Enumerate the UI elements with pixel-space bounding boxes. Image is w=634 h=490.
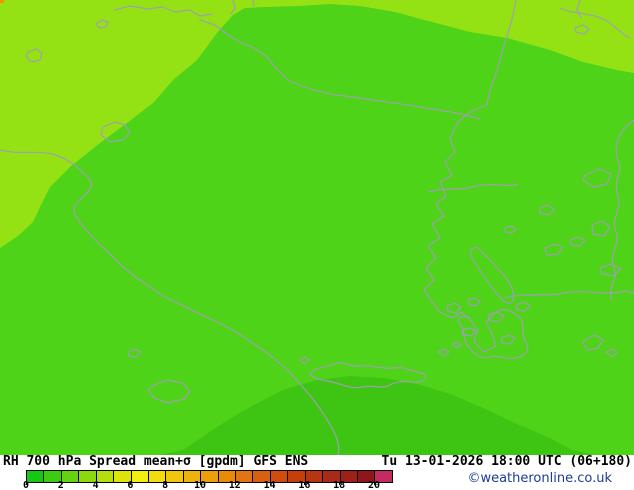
corner-orange-pixel	[0, 0, 4, 3]
coastline-path	[287, 79, 481, 120]
tick-label: 4	[92, 480, 99, 490]
legend-strip: RH 700 hPa Spread mean+σ [gpdm] GFS ENS …	[0, 455, 634, 490]
coastline-path	[437, 348, 450, 357]
coastline-path	[457, 309, 529, 360]
coastline-path	[605, 348, 618, 358]
tick-label: 12	[228, 480, 241, 490]
coastline-path	[504, 225, 517, 234]
colorbar-cell	[61, 471, 80, 482]
coastline-path	[299, 356, 310, 365]
colorbar-cell	[166, 471, 184, 482]
caption-datetime-text: Tu 13-01-2026 18:00 UTC (06+180)	[381, 454, 632, 469]
coastline-path	[599, 263, 622, 277]
coastline-path	[569, 236, 586, 247]
coastline-path	[127, 348, 142, 358]
coastline-path	[451, 341, 462, 349]
coastline-path	[544, 243, 564, 256]
tick-label: 2	[57, 480, 64, 490]
tick-label: 10	[193, 480, 207, 490]
colorbar-cell	[27, 471, 45, 482]
colorbar-cell	[131, 471, 149, 482]
tick-label: 16	[298, 480, 311, 490]
copyright-text: ©weatheronline.co.uk	[467, 471, 612, 486]
tick-label: 18	[333, 480, 346, 490]
coastline-path	[423, 104, 497, 353]
caption-parameter-text: RH 700 hPa Spread mean+σ [gpdm] GFS ENS	[3, 454, 309, 469]
coastline-path	[539, 204, 555, 216]
weather-map-screenshot: RH 700 hPa Spread mean+σ [gpdm] GFS ENS …	[0, 0, 634, 490]
colorbar-cell	[96, 471, 115, 482]
coastline-path	[469, 247, 515, 304]
tick-label: 6	[127, 480, 134, 490]
coastline-path	[582, 168, 612, 188]
coastline-path	[467, 297, 481, 307]
dome-spread-region	[160, 376, 595, 455]
coastline-path	[504, 290, 634, 299]
tick-label: 20	[367, 480, 381, 490]
coastline-path	[515, 301, 531, 312]
tick-label: 0	[22, 480, 30, 490]
tick-label: 14	[263, 480, 276, 490]
bright-spread-region	[0, 0, 634, 248]
tick-label: 8	[162, 480, 169, 490]
map-layers	[0, 0, 634, 455]
coastline-path	[446, 302, 462, 314]
coastline-path	[591, 220, 611, 237]
coastline-path	[501, 334, 516, 345]
map-canvas	[0, 0, 634, 455]
coastline-path	[609, 119, 634, 301]
coastline-path	[147, 379, 191, 404]
caption-line: RH 700 hPa Spread mean+σ [gpdm] GFS ENS …	[3, 455, 632, 469]
coastline-path	[582, 334, 604, 351]
